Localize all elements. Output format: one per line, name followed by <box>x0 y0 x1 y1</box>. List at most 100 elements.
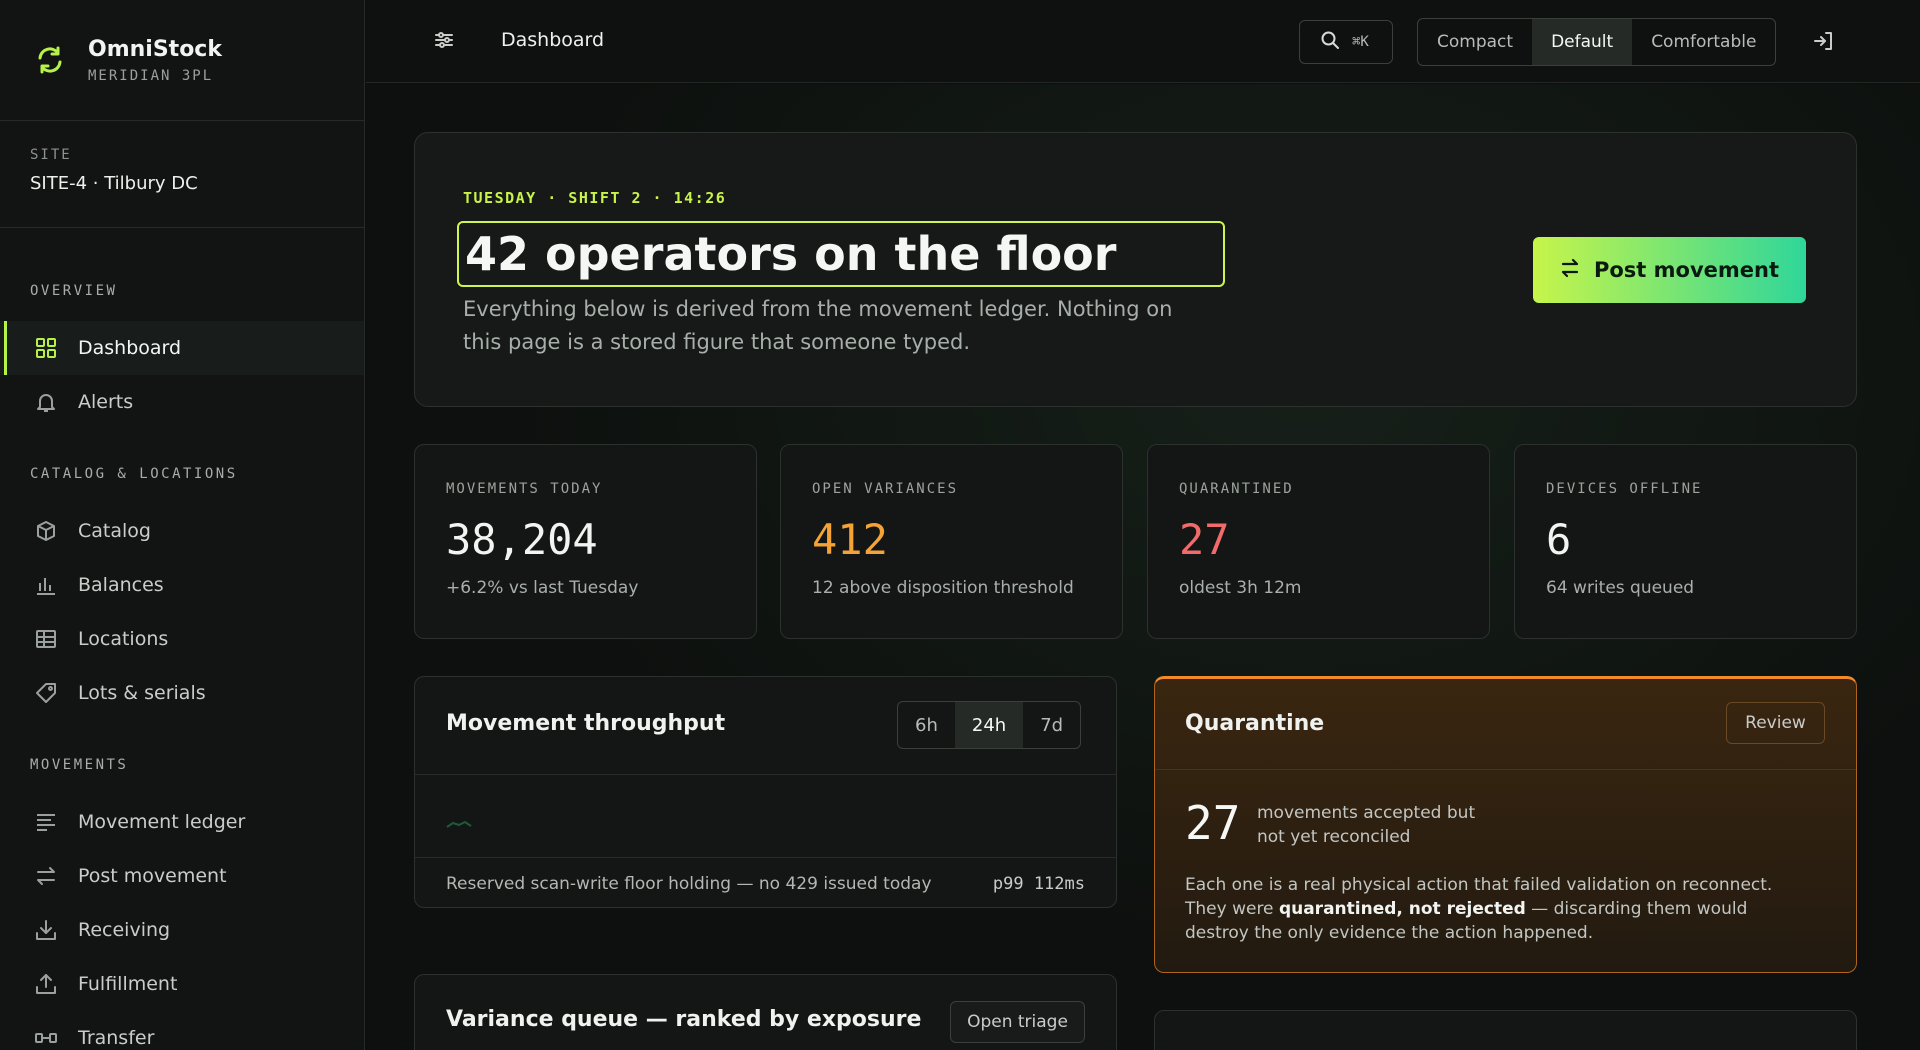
sidebar-item-label: Receiving <box>78 919 171 941</box>
kpi-value: 6 <box>1546 515 1572 564</box>
sidebar-item-fulfillment[interactable]: Fulfillment <box>0 957 364 1011</box>
quarantine-title: Quarantine <box>1185 711 1325 736</box>
sidebar: OmniStock MERIDIAN 3PL SITE SITE-4 · Til… <box>0 0 365 1050</box>
sidebar-item-label: Transfer <box>78 1027 155 1049</box>
sidebar-item-locations[interactable]: Locations <box>0 612 364 666</box>
kpi-sub: oldest 3h 12m <box>1179 578 1302 598</box>
nav-section-movements: MOVEMENTS <box>30 757 129 773</box>
download-icon <box>34 918 58 942</box>
kpi-sub: +6.2% vs last Tuesday <box>446 578 639 598</box>
sync-logo-icon <box>30 40 70 80</box>
bar-chart-icon <box>34 573 58 597</box>
sidebar-item-alerts[interactable]: Alerts <box>0 375 364 429</box>
quarantine-count-caption: movements accepted but not yet reconcile… <box>1257 801 1475 849</box>
range-24h[interactable]: 24h <box>954 702 1024 748</box>
upload-icon <box>34 972 58 996</box>
kpi-sub: 12 above disposition threshold <box>812 578 1074 598</box>
transfer-icon <box>34 1026 58 1050</box>
range-toggle: 6h 24h 7d <box>897 701 1082 749</box>
site-value: SITE-4 · Tilbury DC <box>30 173 198 194</box>
density-toggle: Compact Default Comfortable <box>1417 18 1777 66</box>
kpi-value: 38,204 <box>446 515 598 564</box>
sidebar-item-label: Locations <box>78 628 169 650</box>
p99-label: p99 <box>992 874 1024 894</box>
grid-icon <box>34 336 58 360</box>
swap-icon <box>34 864 58 888</box>
sidebar-item-movement-ledger[interactable]: Movement ledger <box>0 795 364 849</box>
brand-name: OmniStock <box>88 36 222 62</box>
post-movement-label: Post movement <box>1593 258 1780 282</box>
sidebar-item-label: Fulfillment <box>78 973 178 995</box>
sidebar-item-label: Balances <box>78 574 164 596</box>
sidebar-item-label: Catalog <box>78 520 151 542</box>
sidebar-item-balances[interactable]: Balances <box>0 558 364 612</box>
quarantine-count: 27 <box>1185 796 1241 850</box>
site-selector[interactable]: SITE SITE-4 · Tilbury DC <box>0 121 364 228</box>
sign-in-icon[interactable] <box>1812 30 1834 56</box>
sidebar-item-transfer[interactable]: Transfer <box>0 1011 364 1050</box>
sidebar-item-label: Lots & serials <box>78 682 206 704</box>
sidebar-item-lots-serials[interactable]: Lots & serials <box>0 666 364 720</box>
sidebar-item-receiving[interactable]: Receiving <box>0 903 364 957</box>
kpi-devices-offline: DEVICES OFFLINE 6 64 writes queued <box>1514 444 1857 639</box>
sliders-icon[interactable] <box>434 30 454 54</box>
sidebar-item-label: Post movement <box>78 865 227 887</box>
bell-icon <box>34 390 58 414</box>
density-compact[interactable]: Compact <box>1418 19 1532 65</box>
range-7d[interactable]: 7d <box>1023 702 1080 748</box>
caption-line-2: not yet reconciled <box>1257 827 1411 847</box>
post-movement-button[interactable]: Post movement <box>1533 237 1806 303</box>
tag-icon <box>34 681 58 705</box>
throughput-footer: Reserved scan-write floor holding — no 4… <box>446 874 932 894</box>
sidebar-item-label: Alerts <box>78 391 134 413</box>
kpi-label: DEVICES OFFLINE <box>1546 481 1703 497</box>
search-shortcut: ⌘K <box>1352 34 1369 50</box>
variance-title: Variance queue — ranked by exposure <box>446 1007 922 1032</box>
kpi-movements-today: MOVEMENTS TODAY 38,204 +6.2% vs last Tue… <box>414 444 757 639</box>
kpi-open-variances: OPEN VARIANCES 412 12 above disposition … <box>780 444 1123 639</box>
kpi-label: MOVEMENTS TODAY <box>446 481 603 497</box>
kpi-label: OPEN VARIANCES <box>812 481 959 497</box>
caption-line-1: movements accepted but <box>1257 803 1476 823</box>
quarantine-explanation: Each one is a real physical action that … <box>1185 873 1815 945</box>
partial-panel <box>1154 1010 1857 1050</box>
nav-section-overview: OVERVIEW <box>30 283 118 299</box>
density-comfortable[interactable]: Comfortable <box>1632 19 1775 65</box>
p99-readout: p99 112ms <box>993 874 1085 894</box>
review-button[interactable]: Review <box>1726 702 1825 744</box>
top-bar: Dashboard ⌘K Compact Default Comfortable <box>366 0 1920 83</box>
table-icon <box>34 627 58 651</box>
p99-value: 112ms <box>1033 874 1085 894</box>
sidebar-item-label: Movement ledger <box>78 811 246 833</box>
kpi-quarantined: QUARANTINED 27 oldest 3h 12m <box>1147 444 1490 639</box>
lines-icon <box>34 810 58 834</box>
throughput-sparkline <box>446 820 472 828</box>
kpi-value: 412 <box>812 515 888 564</box>
sidebar-item-dashboard[interactable]: Dashboard <box>0 321 364 375</box>
hero-card: TUESDAY · SHIFT 2 · 14:26 42 operators o… <box>414 132 1857 407</box>
explanation-bold: quarantined, not rejected <box>1278 899 1526 919</box>
throughput-title: Movement throughput <box>446 711 726 736</box>
kpi-value: 27 <box>1179 515 1230 564</box>
open-triage-button[interactable]: Open triage <box>950 1001 1085 1043</box>
kpi-sub: 64 writes queued <box>1546 578 1695 598</box>
sidebar-item-label: Dashboard <box>78 337 182 359</box>
density-default[interactable]: Default <box>1532 19 1633 65</box>
sidebar-item-catalog[interactable]: Catalog <box>0 504 364 558</box>
kpi-label: QUARANTINED <box>1179 481 1294 497</box>
main-content: TUESDAY · SHIFT 2 · 14:26 42 operators o… <box>366 84 1920 1050</box>
variance-queue-panel: Variance queue — ranked by exposure Open… <box>414 974 1117 1050</box>
page-title: Dashboard <box>501 29 605 51</box>
swap-icon <box>1560 258 1580 283</box>
hero-description: Everything below is derived from the mov… <box>463 297 1173 354</box>
search-icon <box>1320 30 1340 54</box>
quarantine-panel: Quarantine Review 27 movements accepted … <box>1154 676 1857 973</box>
range-6h[interactable]: 6h <box>898 702 955 748</box>
box-icon <box>34 519 58 543</box>
brand-subtitle: MERIDIAN 3PL <box>88 67 214 84</box>
hero-eyebrow: TUESDAY · SHIFT 2 · 14:26 <box>463 189 727 207</box>
sidebar-item-post-movement[interactable]: Post movement <box>0 849 364 903</box>
throughput-panel: Movement throughput 6h 24h 7d Reserved s… <box>414 676 1117 908</box>
search-button[interactable]: ⌘K <box>1299 20 1393 64</box>
brand[interactable]: OmniStock MERIDIAN 3PL <box>0 0 364 121</box>
